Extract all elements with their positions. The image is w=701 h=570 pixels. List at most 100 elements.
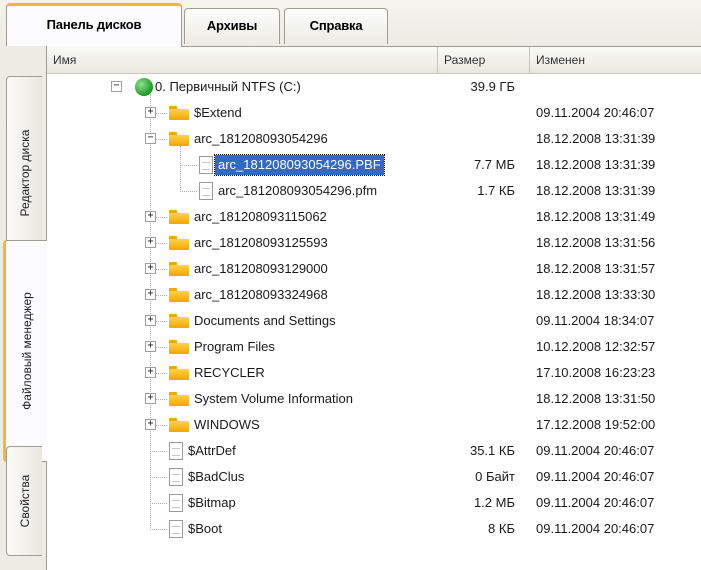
side-tab-properties-label: Свойства (17, 474, 32, 528)
file-name-label: arc_181208093324968 (194, 287, 328, 302)
file-icon (169, 468, 183, 486)
tree-guide-line (180, 191, 197, 192)
expand-icon[interactable]: + (145, 263, 156, 274)
size-cell: 1.7 КБ (477, 183, 515, 198)
size-cell (391, 360, 515, 386)
size-cell (391, 230, 515, 256)
folder-icon (169, 236, 189, 250)
size-cell (391, 308, 515, 334)
tree-row[interactable]: $BadClus 0 Байт 09.11.2004 20:46:07 (47, 464, 701, 490)
size-cell (391, 412, 515, 438)
tree-row[interactable]: + WINDOWS 17.12.2008 19:52:00 (47, 412, 701, 438)
drive-icon (135, 78, 153, 96)
modified-cell: 09.11.2004 20:46:07 (536, 495, 655, 510)
tree-row[interactable]: $Boot 8 КБ 09.11.2004 20:46:07 (47, 516, 701, 542)
modified-cell: 18.12.2008 13:31:39 (536, 183, 656, 198)
folder-icon (169, 210, 189, 224)
file-icon (169, 442, 183, 460)
tree-row[interactable]: $Bitmap 1.2 МБ 09.11.2004 20:46:07 (47, 490, 701, 516)
modified-cell: 09.11.2004 20:46:07 (536, 521, 655, 536)
tree-row[interactable]: $AttrDef 35.1 КБ 09.11.2004 20:46:07 (47, 438, 701, 464)
expand-icon[interactable]: + (145, 341, 156, 352)
modified-cell: 18.12.2008 13:31:39 (536, 157, 656, 172)
tree-row[interactable]: + arc_181208093125593 18.12.2008 13:31:56 (47, 230, 701, 256)
tree-row[interactable]: arc_181208093054296.pfm 1.7 КБ 18.12.2008 … (47, 178, 701, 204)
size-cell (391, 256, 515, 282)
file-name-label: RECYCLER (194, 365, 265, 380)
side-tab-properties[interactable]: Свойства (6, 446, 42, 556)
tree-guide-line (150, 529, 167, 530)
folder-icon (169, 418, 189, 432)
modified-cell: 09.11.2004 18:34:07 (536, 313, 655, 328)
column-header: Имя Размер Изменен (47, 47, 701, 74)
tree-row[interactable]: arc_181208093054296.PBF 7.7 МБ 18.12.2008 … (47, 152, 701, 178)
tree-row[interactable]: + arc_181208093324968 18.12.2008 13:33:30 (47, 282, 701, 308)
file-icon (169, 494, 183, 512)
top-tab-strip: Панель дисков Архивы Справка (0, 0, 701, 47)
size-cell (391, 100, 515, 126)
side-tab-file-manager[interactable]: Файловый менеджер (3, 240, 47, 462)
tree-row[interactable]: − arc_181208093054296 18.12.2008 13:31:39 (47, 126, 701, 152)
tree-guide-line (150, 451, 167, 452)
size-cell: 39.9 ГБ (470, 79, 515, 94)
tab-help[interactable]: Справка (284, 8, 388, 44)
tab-disk-panel[interactable]: Панель дисков (6, 3, 182, 47)
folder-icon (169, 288, 189, 302)
size-cell (391, 334, 515, 360)
modified-cell: 18.12.2008 13:31:50 (536, 391, 656, 406)
collapse-icon[interactable]: − (111, 81, 122, 92)
folder-icon (169, 392, 189, 406)
tree-row[interactable]: + System Volume Information 18.12.2008 13:… (47, 386, 701, 412)
file-icon (199, 156, 213, 174)
collapse-icon[interactable]: − (145, 133, 156, 144)
file-name-label: $Boot (188, 521, 222, 536)
folder-icon (169, 262, 189, 276)
file-name-label: System Volume Information (194, 391, 353, 406)
expand-icon[interactable]: + (145, 393, 156, 404)
tree-guide-line (150, 477, 167, 478)
file-name-label: Documents and Settings (194, 313, 336, 328)
size-cell (391, 204, 515, 230)
expand-icon[interactable]: + (145, 211, 156, 222)
modified-cell: 17.12.2008 19:52:00 (536, 417, 656, 432)
file-name-label: arc_181208093054296.pfm (218, 183, 378, 198)
expand-icon[interactable]: + (145, 367, 156, 378)
side-tab-disk-editor-label: Редактор диска (17, 129, 32, 217)
column-modified-header[interactable]: Изменен (529, 47, 701, 73)
size-cell: 8 КБ (488, 521, 515, 536)
file-name-label: $BadClus (188, 469, 245, 484)
tree-row[interactable]: − 0. Первичный NTFS (C:) 39.9 ГБ (47, 74, 701, 100)
tree-guide-line (180, 165, 197, 166)
modified-cell: 09.11.2004 20:46:07 (536, 105, 655, 120)
size-cell (391, 282, 515, 308)
folder-icon (169, 314, 189, 328)
expand-icon[interactable]: + (145, 419, 156, 430)
tree-row[interactable]: + arc_181208093129000 18.12.2008 13:31:57 (47, 256, 701, 282)
tree-row[interactable]: + Program Files 10.12.2008 12:32:57 (47, 334, 701, 360)
expand-icon[interactable]: + (145, 237, 156, 248)
tab-archives[interactable]: Архивы (184, 8, 280, 44)
tree-row[interactable]: + $Extend 09.11.2004 20:46:07 (47, 100, 701, 126)
selected-file-label: arc_181208093054296.PBF (214, 154, 385, 176)
file-name-label: $Bitmap (188, 495, 236, 510)
size-cell: 0 Байт (475, 469, 515, 484)
folder-icon (169, 106, 189, 120)
file-name-label: $Extend (194, 105, 242, 120)
modified-cell: 10.12.2008 12:32:57 (536, 339, 656, 354)
file-name-label: arc_181208093054296 (194, 131, 328, 146)
folder-icon (169, 132, 189, 146)
size-cell: 1.2 МБ (473, 495, 515, 510)
expand-icon[interactable]: + (145, 107, 156, 118)
side-tab-file-manager-label: Файловый менеджер (19, 292, 34, 410)
modified-cell: 09.11.2004 20:46:07 (536, 443, 655, 458)
tree-row[interactable]: + arc_181208093115062 18.12.2008 13:31:49 (47, 204, 701, 230)
column-name-header[interactable]: Имя (47, 47, 437, 73)
tree-row[interactable]: + Documents and Settings 09.11.2004 18:34:… (47, 308, 701, 334)
tree-row[interactable]: + RECYCLER 17.10.2008 16:23:23 (47, 360, 701, 386)
column-size-header[interactable]: Размер (437, 47, 529, 73)
folder-icon (169, 366, 189, 380)
file-name-label: WINDOWS (194, 417, 260, 432)
expand-icon[interactable]: + (145, 289, 156, 300)
file-name-label: $AttrDef (188, 443, 236, 458)
expand-icon[interactable]: + (145, 315, 156, 326)
